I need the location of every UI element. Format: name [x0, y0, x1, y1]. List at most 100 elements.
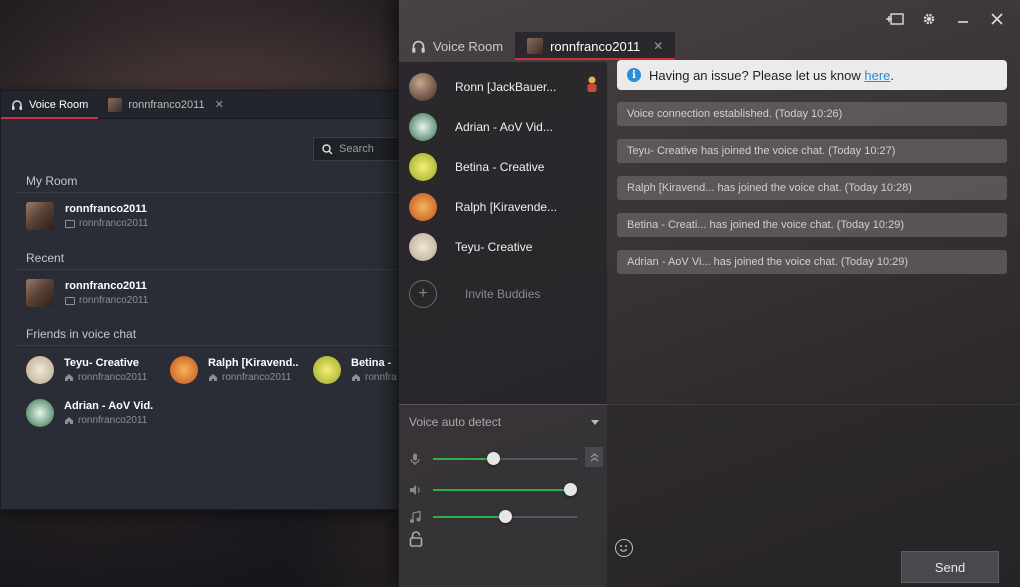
- chat-message: Adrian - AoV Vi... has joined the voice …: [617, 250, 1007, 274]
- friend-room: ronnfranco2011: [222, 372, 292, 383]
- report-issue-link[interactable]: here: [864, 68, 890, 83]
- avatar: [409, 233, 437, 261]
- chat-message: Betina - Creati... has joined the voice …: [617, 213, 1007, 237]
- issue-notice: i Having an issue? Please let us know he…: [617, 60, 1007, 90]
- divider: [15, 269, 399, 270]
- friend-item-adrian[interactable]: Adrian - AoV Vid. ronnfranco2011: [26, 399, 153, 427]
- friend-name: Betina -: [351, 357, 392, 369]
- buddy-item-ronn[interactable]: Ronn [JackBauer...: [409, 73, 599, 101]
- tab-label: ronnfranco2011: [550, 38, 641, 54]
- avatar: [527, 38, 544, 54]
- tab-label: Voice Room: [29, 98, 89, 111]
- lock-icon[interactable]: [409, 531, 423, 547]
- minimize-button[interactable]: [954, 10, 972, 28]
- avatar: [409, 153, 437, 181]
- tab-ronnfranco2011[interactable]: ronnfranco2011 ✕: [515, 32, 676, 60]
- slider-handle[interactable]: [499, 510, 512, 523]
- microphone-volume-slider[interactable]: [433, 452, 577, 465]
- window-controls: [886, 10, 1006, 28]
- recent-room-item[interactable]: ronnfranco2011 ronnfranco2011: [26, 279, 148, 307]
- speaker-slider-row: [409, 483, 577, 496]
- friend-item-betina[interactable]: Betina - ronnfra: [313, 356, 397, 384]
- voice-mode-select[interactable]: Voice auto detect: [409, 415, 599, 429]
- friend-name: Ralph [Kiravend..: [208, 357, 299, 369]
- chevron-up-icon: [590, 452, 598, 461]
- speaker-icon[interactable]: [409, 484, 421, 496]
- music-icon[interactable]: [409, 511, 421, 523]
- tab-bar: Voice Room ronnfranco2011 ✕: [399, 32, 676, 60]
- buddy-item-teyu[interactable]: Teyu- Creative: [409, 233, 599, 261]
- friend-room: ronnfra: [365, 372, 397, 383]
- tab-voice-room[interactable]: Voice Room: [1, 91, 99, 119]
- headset-icon: [12, 99, 22, 110]
- chat-window: Voice Room ronnfranco2011 ✕ Ronn [JackBa…: [398, 0, 1020, 587]
- music-volume-slider[interactable]: [433, 510, 577, 523]
- friends-title: Friends in voice chat: [26, 327, 137, 341]
- my-room-item[interactable]: ronnfranco2011 ronnfranco2011: [26, 202, 148, 230]
- slider-fill: [433, 516, 505, 518]
- search-icon: [322, 143, 333, 155]
- avatar: [313, 356, 341, 384]
- buddy-item-ralph[interactable]: Ralph [Kiravende...: [409, 193, 599, 221]
- home-icon: [352, 374, 360, 381]
- slider-handle[interactable]: [563, 483, 577, 496]
- search-placeholder: Search: [339, 143, 374, 155]
- send-button[interactable]: Send: [901, 551, 999, 583]
- search-input[interactable]: Search: [313, 137, 399, 161]
- avatar: [26, 202, 54, 230]
- divider: [15, 345, 399, 346]
- voice-mode-value: Voice auto detect: [409, 415, 502, 429]
- smiley-icon: [619, 545, 628, 552]
- close-icon[interactable]: ✕: [215, 98, 224, 111]
- id-card-icon: [65, 219, 75, 228]
- avatar: [108, 97, 123, 112]
- notice-suffix: .: [890, 67, 895, 83]
- emoji-button[interactable]: [615, 539, 633, 557]
- room-name: ronnfranco2011: [65, 280, 147, 292]
- invite-buddies-button[interactable]: + Invite Buddies: [409, 280, 540, 308]
- settings-button[interactable]: [920, 10, 938, 28]
- collapse-button[interactable]: [585, 447, 603, 467]
- home-icon: [209, 374, 217, 381]
- home-icon: [65, 374, 73, 381]
- add-window-button[interactable]: [886, 10, 904, 28]
- music-slider-row: [409, 510, 577, 523]
- buddy-name: Teyu- Creative: [455, 240, 533, 254]
- tab-label: ronnfranco2011: [128, 98, 205, 111]
- tab-voice-room[interactable]: Voice Room: [399, 32, 515, 60]
- slider-handle[interactable]: [487, 452, 501, 465]
- minimize-icon: [958, 21, 968, 23]
- home-icon: [65, 417, 73, 424]
- avatar: [26, 399, 54, 427]
- headset-icon: [412, 40, 425, 53]
- message-input[interactable]: Send: [607, 404, 1020, 587]
- chat-message: Teyu- Creative has joined the voice chat…: [617, 139, 1007, 163]
- friend-item-teyu[interactable]: Teyu- Creative ronnfranco2011: [26, 356, 147, 384]
- buddy-name: Adrian - AoV Vid...: [455, 120, 553, 134]
- buddy-item-betina[interactable]: Betina - Creative: [409, 153, 599, 181]
- avatar: [409, 113, 437, 141]
- buddy-name: Ronn [JackBauer...: [455, 80, 557, 94]
- tab-label: Voice Room: [433, 38, 504, 54]
- chat-log: i Having an issue? Please let us know he…: [607, 60, 1020, 404]
- friend-item-ralph[interactable]: Ralph [Kiravend.. ronnfranco2011: [170, 356, 298, 384]
- close-icon[interactable]: ✕: [653, 39, 663, 53]
- divider: [15, 192, 399, 193]
- slider-fill: [433, 489, 570, 491]
- buddy-item-adrian[interactable]: Adrian - AoV Vid...: [409, 113, 599, 141]
- friend-room: ronnfranco2011: [78, 415, 148, 426]
- close-button[interactable]: [988, 10, 1006, 28]
- info-icon: i: [627, 68, 641, 82]
- id-card-icon: [65, 296, 75, 305]
- plus-icon: +: [409, 280, 437, 308]
- microphone-icon[interactable]: [409, 453, 421, 465]
- room-id: ronnfranco2011: [79, 218, 149, 229]
- invite-label: Invite Buddies: [465, 287, 541, 301]
- tab-ronnfranco2011[interactable]: ronnfranco2011 ✕: [98, 91, 233, 118]
- recent-title: Recent: [26, 251, 65, 265]
- gear-icon: [923, 13, 935, 25]
- buddy-list: Ronn [JackBauer... Adrian - AoV Vid... B…: [399, 62, 607, 404]
- room-name: ronnfranco2011: [65, 203, 147, 215]
- speaker-volume-slider[interactable]: [433, 483, 577, 496]
- my-room-title: My Room: [26, 174, 78, 188]
